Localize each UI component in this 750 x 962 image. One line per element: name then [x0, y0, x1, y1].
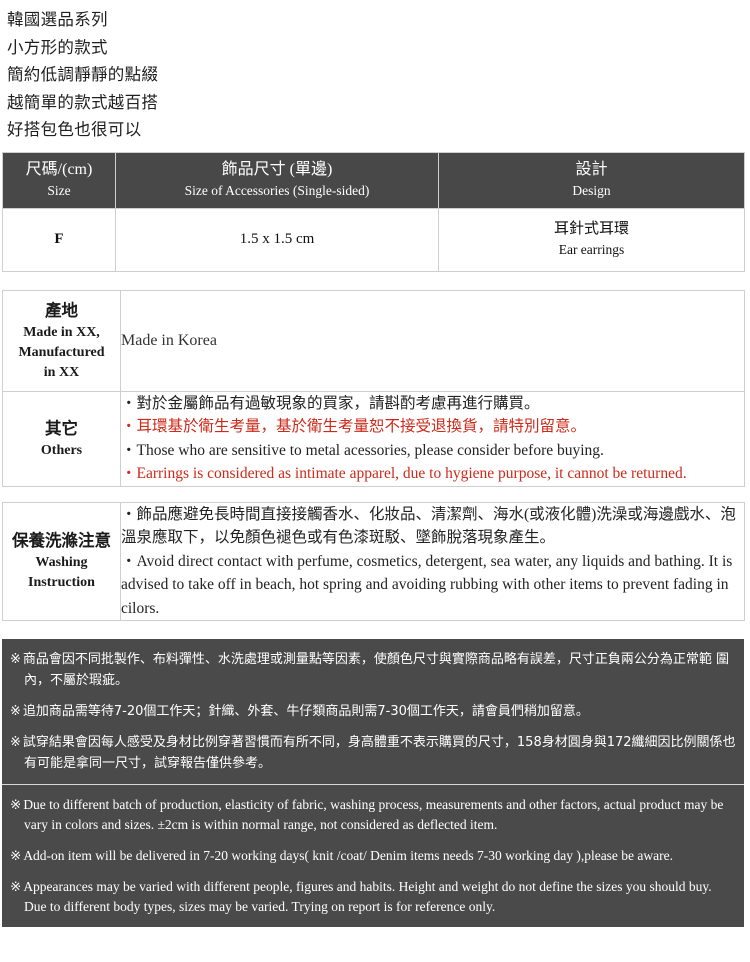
- notice-text: 追加商品需等待7-20個工作天；針織、外套、牛仔類商品則需7-30個工作天，請會…: [22, 704, 589, 719]
- column-header-size: 尺碼/(cm) Size: [2, 151, 116, 209]
- notice-mark-icon: ※: [10, 652, 21, 667]
- column-header-accessory-size-cn: 飾品尺寸 (單邊): [221, 160, 333, 178]
- label-origin-en-line3: in XX: [43, 364, 80, 380]
- notice-mark-icon: ※: [10, 879, 22, 894]
- notice-item: ※ 商品會因不同批製作、布料彈性、水洗處理或測量點等因素，使顏色尺寸與實際商品略有…: [10, 649, 736, 691]
- product-info-table: 產地 Made in XX, Manufactured in XX Made i…: [2, 289, 745, 487]
- washing-instruction-table: 保養洗滌注意 Washing Instruction ・飾品應避免長時間直接接觸…: [2, 501, 745, 622]
- size-chart-table: 尺碼/(cm) Size 飾品尺寸 (單邊) Size of Accessori…: [2, 151, 745, 272]
- column-header-size-cn: 尺碼/(cm): [25, 160, 93, 178]
- notice-group-chinese: ※ 商品會因不同批製作、布料彈性、水洗處理或測量點等因素，使顏色尺寸與實際商品略有…: [2, 639, 744, 784]
- notice-text: Appearances may be varied with different…: [23, 879, 712, 914]
- notice-item: ※ 試穿結果會因每人感受及身材比例穿著習慣而有所不同，身高體重不表示購買的尺寸，1…: [10, 732, 736, 774]
- notice-item: ※ Appearances may be varied with differen…: [10, 877, 736, 917]
- others-note: ・Earrings is considered as intimate appa…: [121, 465, 687, 482]
- label-origin-en-line2: Manufactured: [18, 344, 105, 360]
- label-washing-cn: 保養洗滌注意: [12, 531, 111, 551]
- column-header-accessory-size-en: Size of Accessories (Single-sided): [184, 182, 370, 198]
- intro-line: 越簡單的款式越百搭: [7, 92, 159, 112]
- intro-line: 簡約低調靜靜的點綴: [7, 65, 159, 84]
- notice-item: ※ Add-on item will be delivered in 7-20 w…: [10, 846, 736, 866]
- column-header-accessory-size: 飾品尺寸 (單邊) Size of Accessories (Single-si…: [115, 151, 439, 209]
- column-header-design-en: Design: [572, 182, 611, 198]
- washing-note: ・飾品應避免長時間直接接觸香水、化妝品、清潔劑、海水(或液化體)洗澡或海邊戲水、…: [121, 505, 736, 547]
- notice-mark-icon: ※: [10, 848, 22, 863]
- design-value-cn: 耳針式耳環: [553, 220, 629, 237]
- washing-note: ・Avoid direct contact with perfume, cosm…: [121, 552, 733, 617]
- table-row: F 1.5 x 1.5 cm 耳針式耳環 Ear earrings: [2, 207, 745, 272]
- cell-design-value: 耳針式耳環 Ear earrings: [438, 207, 745, 272]
- label-washing-en-line2: Instruction: [28, 575, 95, 591]
- notice-mark-icon: ※: [10, 704, 21, 719]
- others-row: 其它 Others ・對於金屬飾品有過敏現象的買家，請斟酌考慮再進行購買。 ・耳…: [2, 390, 745, 487]
- label-washing: 保養洗滌注意 Washing Instruction: [2, 501, 121, 621]
- notice-text: Due to different batch of production, el…: [23, 797, 724, 832]
- design-value-en: Ear earrings: [558, 241, 625, 257]
- intro-line: 韓國選品系列: [7, 10, 108, 29]
- others-note: ・耳環基於衛生考量，基於衛生考量恕不接受退換貨，請特別留意。: [121, 418, 587, 435]
- label-origin-cn: 產地: [45, 300, 78, 320]
- cell-measurement-value: 1.5 x 1.5 cm: [115, 207, 439, 272]
- origin-row: 產地 Made in XX, Manufactured in XX Made i…: [2, 289, 745, 392]
- intro-line: 小方形的款式: [7, 37, 108, 57]
- cell-size-value: F: [2, 207, 116, 272]
- size-value: F: [54, 230, 64, 247]
- table-header-row: 尺碼/(cm) Size 飾品尺寸 (單邊) Size of Accessori…: [2, 151, 745, 209]
- label-others: 其它 Others: [2, 390, 121, 487]
- notice-text: 試穿結果會因每人感受及身材比例穿著習慣而有所不同，身高體重不表示購買的尺寸，15…: [22, 735, 736, 771]
- column-header-design: 設計 Design: [438, 151, 745, 209]
- value-washing: ・飾品應避免長時間直接接觸香水、化妝品、清潔劑、海水(或液化體)洗澡或海邊戲水、…: [120, 501, 745, 621]
- notice-text: Add-on item will be delivered in 7-20 wo…: [23, 848, 674, 863]
- others-note: ・對於金屬飾品有過敏現象的買家，請斟酌考慮再進行購買。: [121, 394, 540, 412]
- footer-notice-block: ※ 商品會因不同批製作、布料彈性、水洗處理或測量點等因素，使顏色尺寸與實際商品略有…: [2, 639, 744, 927]
- label-washing-en-line1: Washing: [35, 555, 88, 571]
- others-note: ・Those who are sensitive to metal acesso…: [121, 441, 604, 459]
- notice-mark-icon: ※: [10, 797, 22, 812]
- notice-text: 商品會因不同批製作、布料彈性、水洗處理或測量點等因素，使顏色尺寸與實際商品略有誤…: [22, 652, 730, 688]
- notice-item: ※ Due to different batch of production, e…: [10, 795, 736, 835]
- label-origin-en-line1: Made in XX,: [23, 324, 100, 340]
- notice-mark-icon: ※: [10, 735, 21, 750]
- washing-row: 保養洗滌注意 Washing Instruction ・飾品應避免長時間直接接觸…: [2, 501, 745, 621]
- label-origin: 產地 Made in XX, Manufactured in XX: [2, 289, 121, 392]
- notice-group-english: ※ Due to different batch of production, e…: [2, 785, 744, 927]
- value-others: ・對於金屬飾品有過敏現象的買家，請斟酌考慮再進行購買。 ・耳環基於衛生考量，基於…: [120, 390, 745, 487]
- intro-line: 好搭包色也很可以: [7, 120, 142, 139]
- value-origin: Made in Korea: [120, 289, 745, 392]
- label-others-en: Others: [40, 442, 83, 458]
- label-others-cn: 其它: [45, 418, 78, 438]
- notice-item: ※ 追加商品需等待7-20個工作天；針織、外套、牛仔類商品則需7-30個工作天，請…: [10, 701, 736, 722]
- column-header-design-cn: 設計: [575, 160, 608, 178]
- measurement-value: 1.5 x 1.5 cm: [239, 230, 315, 247]
- column-header-size-en: Size: [47, 182, 71, 198]
- product-intro: 韓國選品系列 小方形的款式 簡約低調靜靜的點綴 越簡單的款式越百搭 好搭包色也很…: [0, 0, 750, 144]
